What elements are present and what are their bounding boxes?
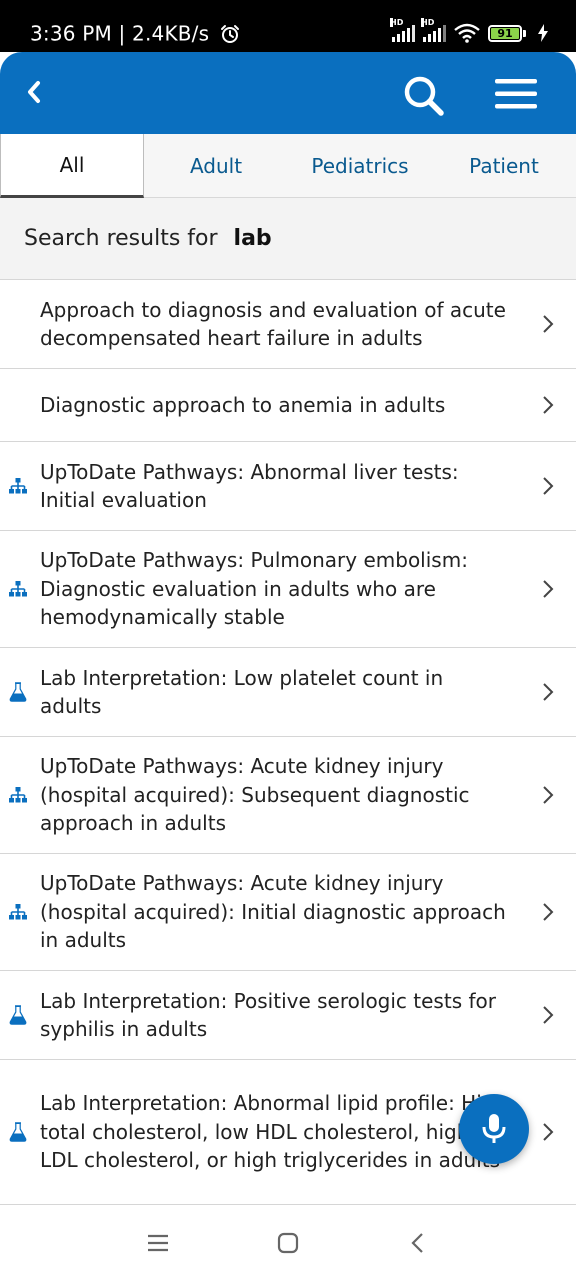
lab-flask-icon	[8, 1005, 28, 1025]
status-time: 3:36 PM | 2.4KB/s	[30, 20, 240, 46]
home-icon[interactable]	[274, 1230, 302, 1256]
battery-icon: 91	[488, 24, 526, 42]
tab-patient[interactable]: Patient	[432, 134, 576, 198]
charging-icon	[538, 24, 548, 42]
battery-level: 91	[491, 27, 519, 39]
hamburger-menu-icon	[495, 79, 537, 109]
result-title: Lab Interpretation: Abnormal lipid profi…	[40, 1091, 508, 1173]
result-item[interactable]: UpToDate Pathways: Acute kidney injury (…	[0, 737, 576, 854]
result-title: Diagnostic approach to anemia in adults	[40, 392, 446, 417]
result-item[interactable]: UpToDate Pathways: Acute kidney injury (…	[0, 854, 576, 971]
lab-flask-icon	[8, 682, 28, 702]
result-item[interactable]: Lab Interpretation: Positive serologic t…	[0, 971, 576, 1060]
menu-button[interactable]	[494, 76, 538, 112]
search-results-header: Search results for lab	[0, 198, 576, 280]
filter-tabs: All Adult Pediatrics Patient	[0, 134, 576, 198]
chevron-right-icon	[543, 315, 554, 333]
pathway-icon	[8, 476, 28, 496]
app-bar	[0, 52, 576, 134]
tab-pediatrics[interactable]: Pediatrics	[288, 134, 432, 198]
lab-flask-icon	[8, 1122, 28, 1142]
result-item[interactable]: UpToDate Pathways: Pulmonary embolism: D…	[0, 531, 576, 648]
chevron-right-icon	[543, 683, 554, 701]
tab-adult[interactable]: Adult	[144, 134, 288, 198]
result-item[interactable]: Approach to diagnosis and evaluation of …	[0, 280, 576, 369]
chevron-right-icon	[543, 580, 554, 598]
back-button[interactable]	[18, 76, 50, 108]
back-nav-icon[interactable]	[404, 1230, 432, 1256]
tab-all[interactable]: All	[0, 134, 144, 198]
alarm-icon	[220, 24, 239, 43]
result-title: UpToDate Pathways: Abnormal liver tests:…	[40, 459, 459, 512]
signal-hd-icon: HD	[421, 18, 446, 42]
search-button[interactable]	[402, 74, 446, 118]
pathway-icon	[8, 579, 28, 599]
chevron-right-icon	[543, 396, 554, 414]
wifi-icon	[454, 23, 480, 43]
back-icon	[28, 81, 40, 103]
search-query: lab	[233, 226, 272, 251]
result-item[interactable]: Lab Interpretation: Low platelet count i…	[0, 648, 576, 737]
voice-search-button[interactable]	[459, 1094, 529, 1164]
chevron-right-icon	[543, 1123, 554, 1141]
results-list: Approach to diagnosis and evaluation of …	[0, 280, 576, 1205]
chevron-right-icon	[543, 786, 554, 804]
pathway-icon	[8, 785, 28, 805]
result-title: Lab Interpretation: Positive serologic t…	[40, 988, 496, 1041]
status-time-text: 3:36 PM | 2.4KB/s	[30, 21, 210, 46]
result-title: Approach to diagnosis and evaluation of …	[40, 297, 506, 350]
chevron-right-icon	[543, 1006, 554, 1024]
signal-hd-icon: HD	[390, 18, 415, 42]
recents-icon[interactable]	[144, 1230, 172, 1256]
pathway-icon	[8, 902, 28, 922]
system-nav-bar	[0, 1206, 576, 1280]
result-item[interactable]: Diagnostic approach to anemia in adults	[0, 369, 576, 442]
status-icons: HD HD 91	[390, 18, 548, 44]
status-bar: 3:36 PM | 2.4KB/s HD HD 91	[0, 0, 576, 52]
result-title: UpToDate Pathways: Pulmonary embolism: D…	[40, 548, 468, 630]
microphone-icon	[482, 1114, 506, 1143]
chevron-right-icon	[543, 477, 554, 495]
search-icon	[404, 76, 444, 116]
result-title: UpToDate Pathways: Acute kidney injury (…	[40, 871, 506, 953]
result-title: UpToDate Pathways: Acute kidney injury (…	[40, 754, 470, 836]
result-title: Lab Interpretation: Low platelet count i…	[40, 665, 444, 718]
result-item[interactable]: UpToDate Pathways: Abnormal liver tests:…	[0, 442, 576, 531]
chevron-right-icon	[543, 903, 554, 921]
search-results-prefix: Search results for	[24, 226, 218, 251]
